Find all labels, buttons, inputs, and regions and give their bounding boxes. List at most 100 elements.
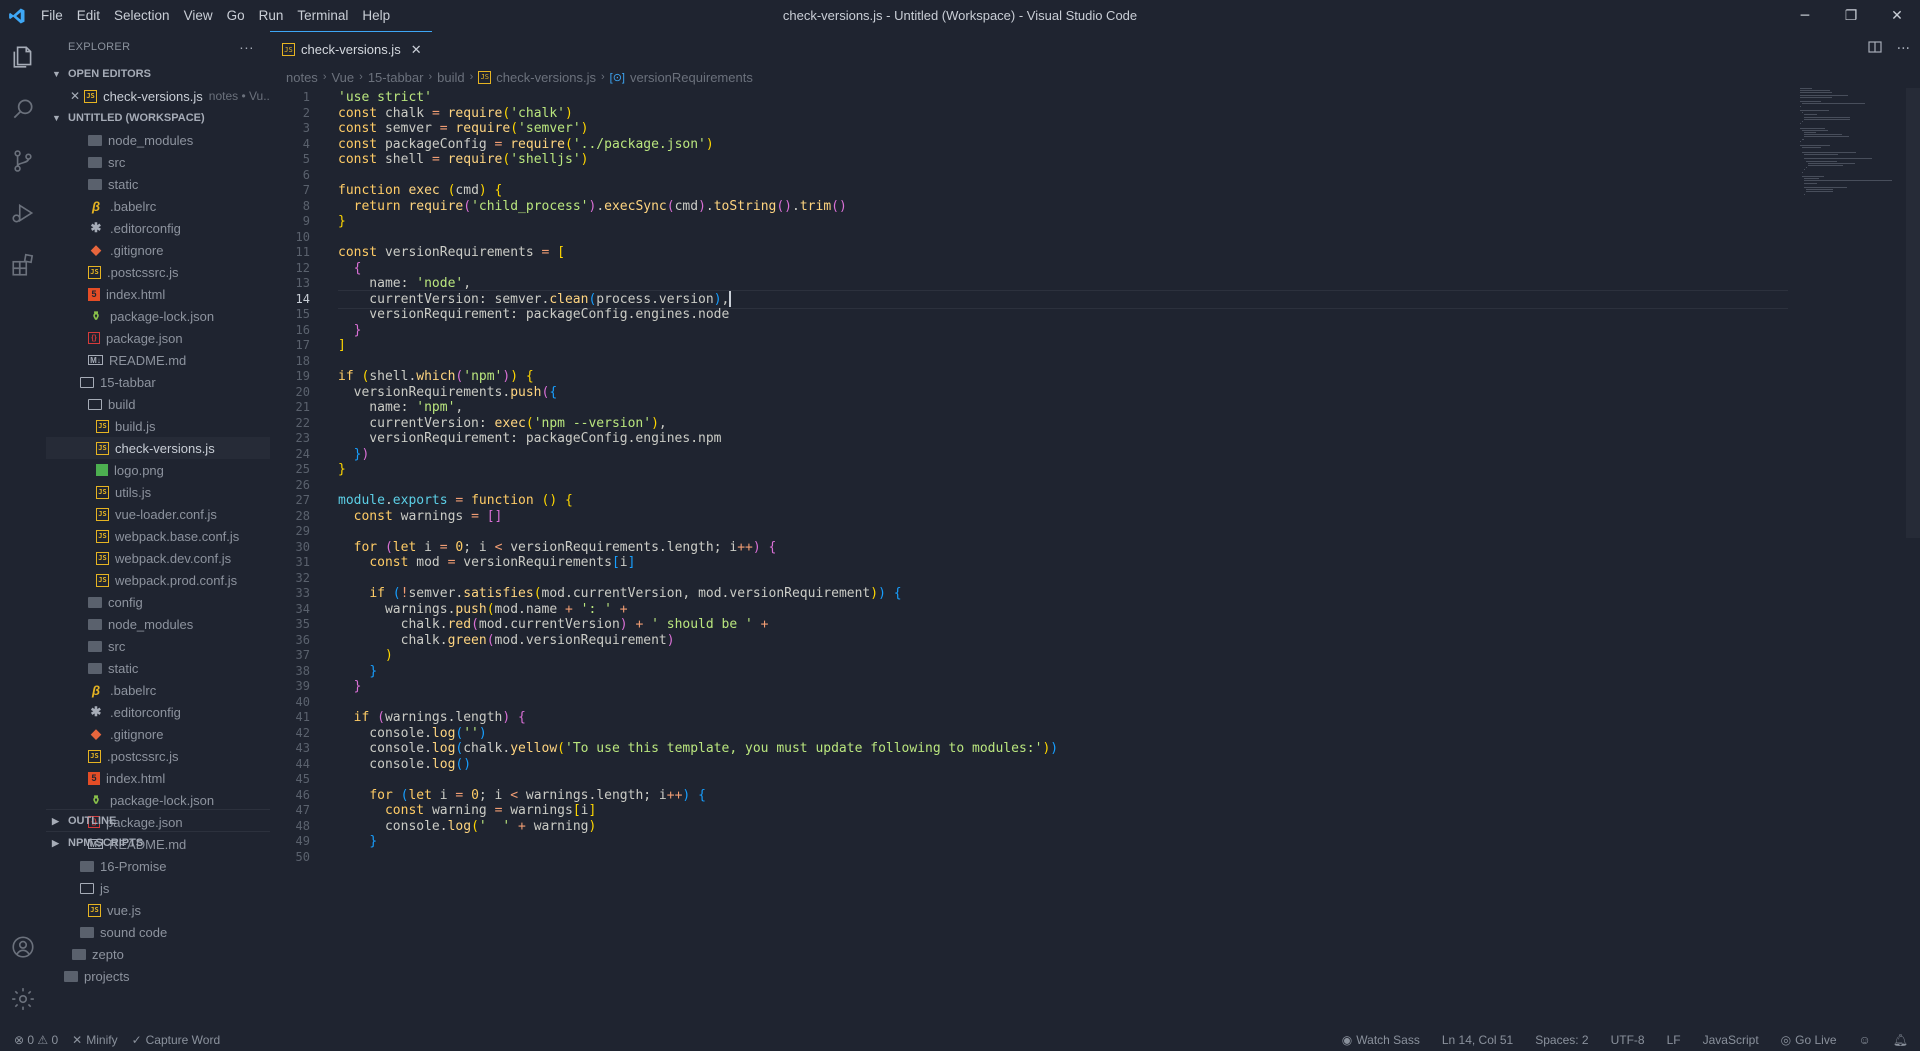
- run-debug-icon[interactable]: [0, 187, 46, 239]
- tree-item[interactable]: projects: [46, 965, 270, 987]
- tree-item[interactable]: 5 index.html: [46, 283, 270, 305]
- tree-item[interactable]: JS .postcssrc.js: [46, 261, 270, 283]
- more-actions-icon[interactable]: ···: [239, 39, 254, 55]
- split-editor-icon[interactable]: [1867, 39, 1883, 59]
- minimize-button[interactable]: ─: [1782, 0, 1828, 31]
- tree-item[interactable]: static: [46, 657, 270, 679]
- search-icon[interactable]: [0, 83, 46, 135]
- folder-icon: [88, 134, 102, 146]
- tree-item[interactable]: src: [46, 151, 270, 173]
- notifications-bell-icon[interactable]: 🔔︎: [1893, 1033, 1908, 1047]
- breadcrumb-item[interactable]: build: [437, 70, 464, 85]
- tree-item[interactable]: ✱ .editorconfig: [46, 217, 270, 239]
- breadcrumb-item[interactable]: notes: [286, 70, 318, 85]
- tree-item[interactable]: sound code: [46, 921, 270, 943]
- minimap-line: [1804, 154, 1838, 155]
- tree-item[interactable]: JS webpack.dev.conf.js: [46, 547, 270, 569]
- tree-item[interactable]: JS .postcssrc.js: [46, 745, 270, 767]
- go-live-status[interactable]: ◎ Go Live: [1781, 1033, 1837, 1047]
- tree-item[interactable]: β .babelrc: [46, 195, 270, 217]
- tree-item[interactable]: JS webpack.prod.conf.js: [46, 569, 270, 591]
- tree-item[interactable]: JS build.js: [46, 415, 270, 437]
- minimap-line: [1800, 94, 1848, 96]
- files-icon[interactable]: [0, 31, 46, 83]
- tree-item[interactable]: ✱ .editorconfig: [46, 701, 270, 723]
- tab-check-versions[interactable]: JS check-versions.js ✕: [270, 31, 432, 67]
- menu-bar: File Edit Selection View Go Run Terminal Help: [34, 8, 397, 23]
- minimap[interactable]: [1800, 88, 1892, 208]
- tree-item[interactable]: ⚱ package-lock.json: [46, 305, 270, 327]
- menu-run[interactable]: Run: [252, 8, 291, 23]
- language-status[interactable]: JavaScript: [1703, 1033, 1759, 1047]
- menu-edit[interactable]: Edit: [70, 8, 107, 23]
- encoding-status[interactable]: UTF-8: [1611, 1033, 1645, 1047]
- restore-button[interactable]: ❐: [1828, 0, 1874, 31]
- open-editor-item[interactable]: ✕ JS check-versions.js notes • Vu...: [46, 85, 270, 107]
- npm-scripts-section[interactable]: ▶ NPM SCRIPTS: [46, 831, 270, 854]
- menu-terminal[interactable]: Terminal: [290, 8, 355, 23]
- breadcrumb-item[interactable]: Vue: [331, 70, 354, 85]
- tree-item[interactable]: 15-tabbar: [46, 371, 270, 393]
- menu-go[interactable]: Go: [220, 8, 252, 23]
- watch-sass-label: Watch Sass: [1356, 1032, 1420, 1047]
- editor-group: JS check-versions.js ✕ ··· notes › Vue › 15-…: [270, 31, 1920, 1028]
- close-icon[interactable]: ✕: [70, 89, 80, 103]
- extensions-icon[interactable]: [0, 239, 46, 291]
- breadcrumb-item[interactable]: 15-tabbar: [368, 70, 424, 85]
- tree-item[interactable]: node_modules: [46, 129, 270, 151]
- tree-item[interactable]: ⚱ package-lock.json: [46, 789, 270, 811]
- tree-item[interactable]: static: [46, 173, 270, 195]
- feedback-icon[interactable]: ☺: [1859, 1033, 1871, 1047]
- chevron-right-icon: ›: [359, 71, 363, 83]
- tree-item[interactable]: config: [46, 591, 270, 613]
- menu-file[interactable]: File: [34, 8, 70, 23]
- minify-status[interactable]: ✕ Minify: [72, 1033, 117, 1047]
- tree-item[interactable]: 16-Promise: [46, 855, 270, 877]
- breadcrumb-item[interactable]: versionRequirements: [630, 70, 753, 85]
- open-editors-section[interactable]: ▼ OPEN EDITORS: [46, 63, 270, 85]
- watch-sass-status[interactable]: ◉ Watch Sass: [1342, 1033, 1420, 1047]
- tree-item[interactable]: JS check-versions.js: [46, 437, 270, 459]
- cursor-position-status[interactable]: Ln 14, Col 51: [1442, 1033, 1513, 1047]
- close-window-button[interactable]: ✕: [1874, 0, 1920, 31]
- tree-item[interactable]: JS webpack.base.conf.js: [46, 525, 270, 547]
- tree-item[interactable]: node_modules: [46, 613, 270, 635]
- capture-word-status[interactable]: ✓ Capture Word: [132, 1033, 221, 1047]
- tree-item[interactable]: JS vue-loader.conf.js: [46, 503, 270, 525]
- tree-item[interactable]: logo.png: [46, 459, 270, 481]
- settings-gear-icon[interactable]: [0, 973, 46, 1025]
- code-line: 50: [270, 848, 1786, 867]
- tree-item[interactable]: zepto: [46, 943, 270, 965]
- tree-item[interactable]: {} package.json: [46, 327, 270, 349]
- tree-item[interactable]: build: [46, 393, 270, 415]
- minimap-line: [1804, 193, 1805, 195]
- tree-item[interactable]: 5 index.html: [46, 767, 270, 789]
- tree-item[interactable]: JS vue.js: [46, 899, 270, 921]
- indentation-status[interactable]: Spaces: 2: [1535, 1033, 1588, 1047]
- problems-status[interactable]: ⊗ 0 ⚠ 0: [14, 1033, 58, 1047]
- tree-item[interactable]: β .babelrc: [46, 679, 270, 701]
- breadcrumb-item[interactable]: check-versions.js: [496, 70, 596, 85]
- menu-selection[interactable]: Selection: [107, 8, 177, 23]
- account-icon[interactable]: [0, 921, 46, 973]
- code-editor[interactable]: 1'use strict' 2 const chalk = require('cha…: [270, 88, 1920, 1028]
- menu-help[interactable]: Help: [355, 8, 397, 23]
- vertical-scrollbar[interactable]: [1906, 88, 1920, 538]
- outline-section[interactable]: ▶ OUTLINE: [46, 809, 270, 832]
- tree-item[interactable]: ◆ .gitignore: [46, 239, 270, 261]
- chevron-right-icon: ›: [600, 71, 605, 83]
- close-tab-icon[interactable]: ✕: [411, 42, 422, 58]
- more-editor-actions-icon[interactable]: ···: [1897, 41, 1910, 57]
- tree-item[interactable]: src: [46, 635, 270, 657]
- minimap-line: [1804, 169, 1805, 171]
- tree-item[interactable]: M↓ README.md: [46, 349, 270, 371]
- source-control-icon[interactable]: [0, 135, 46, 187]
- js-file-icon: JS: [96, 529, 109, 543]
- eol-status[interactable]: LF: [1667, 1033, 1681, 1047]
- tree-item[interactable]: js: [46, 877, 270, 899]
- menu-view[interactable]: View: [177, 8, 220, 23]
- tree-item[interactable]: JS utils.js: [46, 481, 270, 503]
- tree-item[interactable]: ◆ .gitignore: [46, 723, 270, 745]
- workspace-section[interactable]: ▼ UNTITLED (WORKSPACE): [46, 107, 270, 129]
- minimap-line: [1802, 129, 1828, 131]
